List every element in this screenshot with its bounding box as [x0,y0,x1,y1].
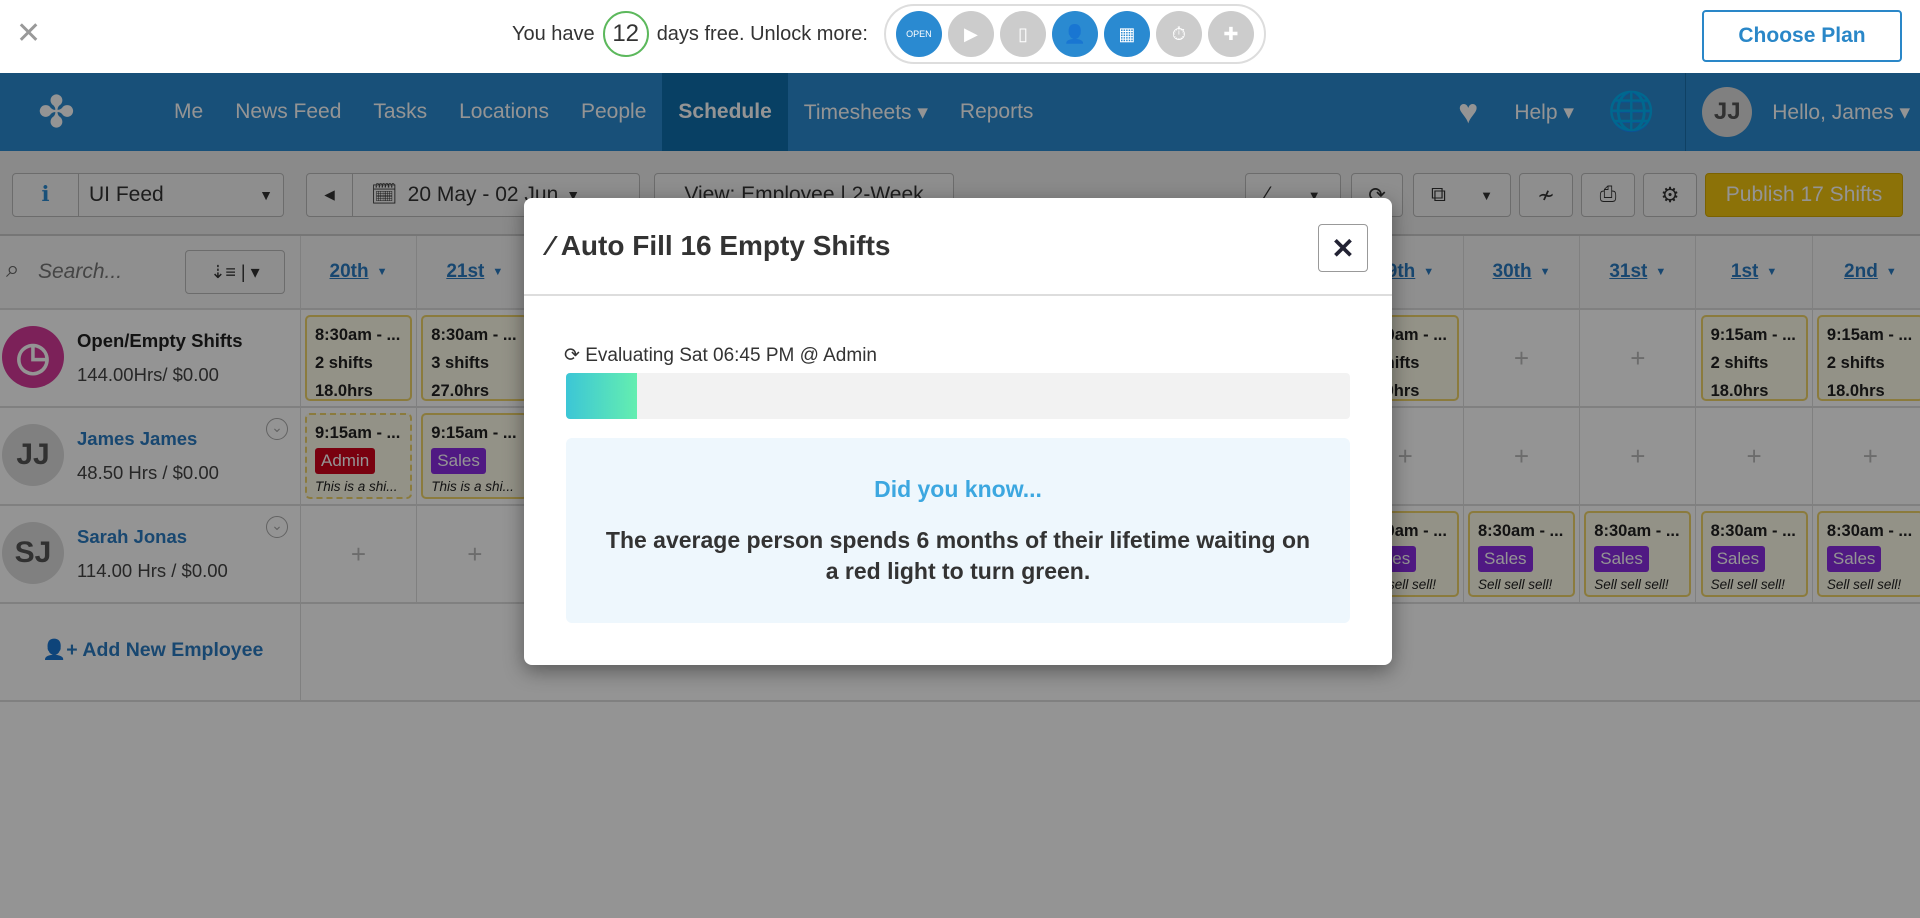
modal-close-button[interactable]: ✕ [1318,224,1368,272]
days-remaining: 12 [602,11,649,57]
trial-prefix: You have [512,22,595,45]
stopwatch-icon[interactable]: ⏱ [1155,11,1202,57]
video-icon[interactable]: ▶ [947,11,994,57]
sync-icon: ⟳ [564,345,580,366]
tip-title: Did you know... [874,476,1042,502]
choose-plan-button[interactable]: Choose Plan [1702,10,1902,62]
progress-fill [566,373,637,419]
feature-icons: OPEN ▶ ▯ 👤 ▦ ⏱ ✚ [883,4,1266,64]
mobile-icon[interactable]: ▯ [999,11,1046,57]
tip-box: Did you know... The average person spend… [566,438,1350,623]
auto-fill-modal: ⁄ Auto Fill 16 Empty Shifts ✕ ⟳ Evaluatin… [524,198,1392,665]
trial-banner: ✕ You have 12 days free. Unlock more: OP… [0,0,1920,73]
close-banner-icon[interactable]: ✕ [16,16,41,51]
first-aid-icon[interactable]: ✚ [1207,11,1254,57]
magic-wand-icon: ⁄ [548,230,553,261]
user-badge-icon[interactable]: 👤 [1051,11,1098,57]
trial-promo: You have 12 days free. Unlock more: OPEN… [512,4,1266,64]
evaluation-status: Evaluating Sat 06:45 PM @ Admin [585,345,877,366]
modal-title: Auto Fill 16 Empty Shifts [560,230,891,261]
calendar-icon[interactable]: ▦ [1103,11,1150,57]
tip-text: The average person spends 6 months of th… [605,527,1311,584]
open-sign-icon[interactable]: OPEN [895,11,942,57]
trial-suffix: days free. Unlock more: [656,22,868,45]
progress-bar [566,373,1350,419]
